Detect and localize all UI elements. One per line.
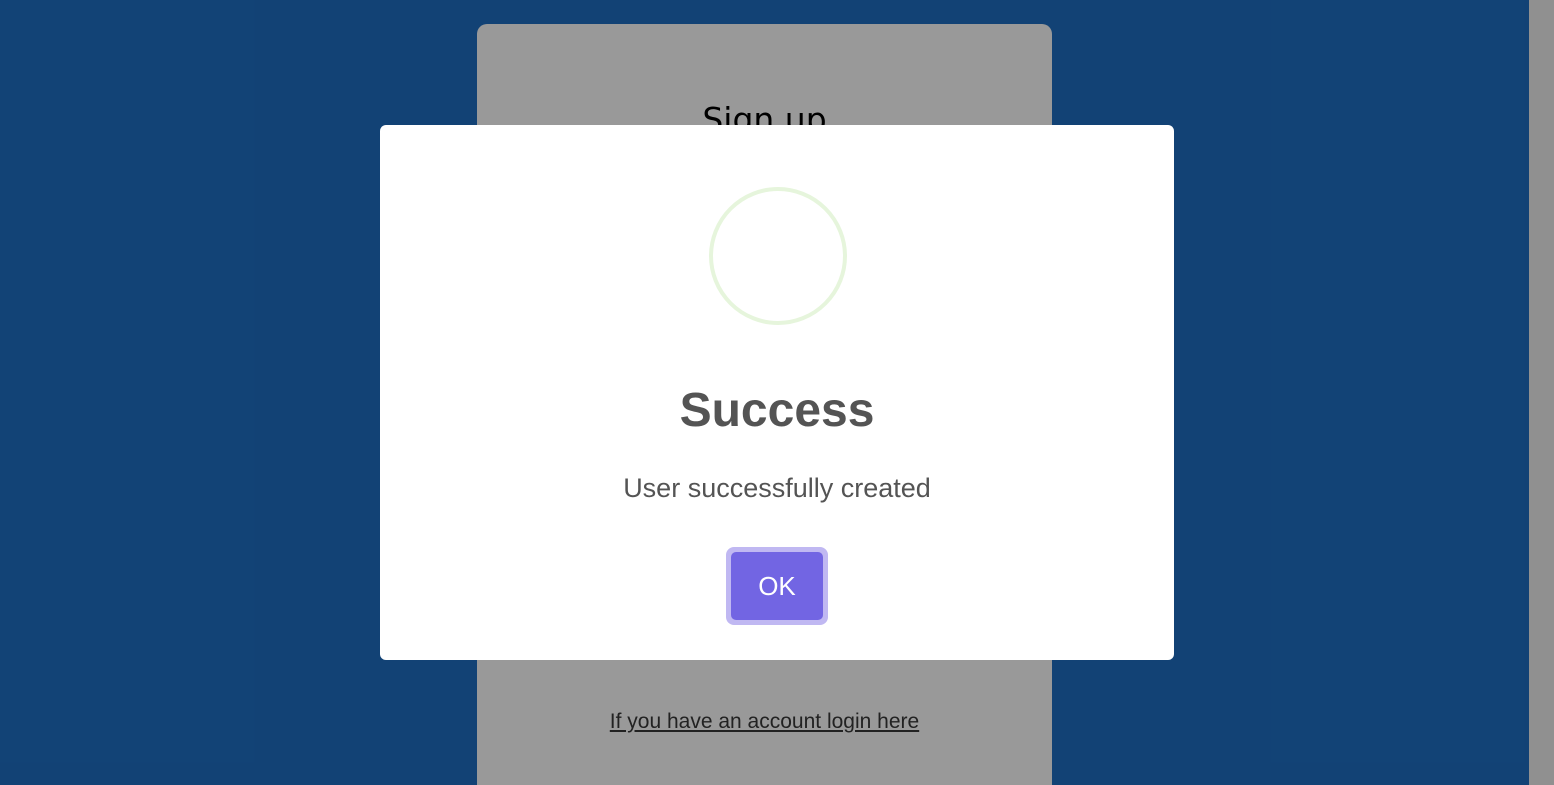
dialog-message: User successfully created (623, 473, 931, 503)
ok-button-focus-ring: OK (726, 547, 828, 625)
success-ring-icon (709, 187, 847, 325)
success-dialog: Success User successfully created OK (380, 125, 1174, 660)
dialog-title: Success (679, 384, 875, 437)
ok-button[interactable]: OK (731, 552, 823, 620)
